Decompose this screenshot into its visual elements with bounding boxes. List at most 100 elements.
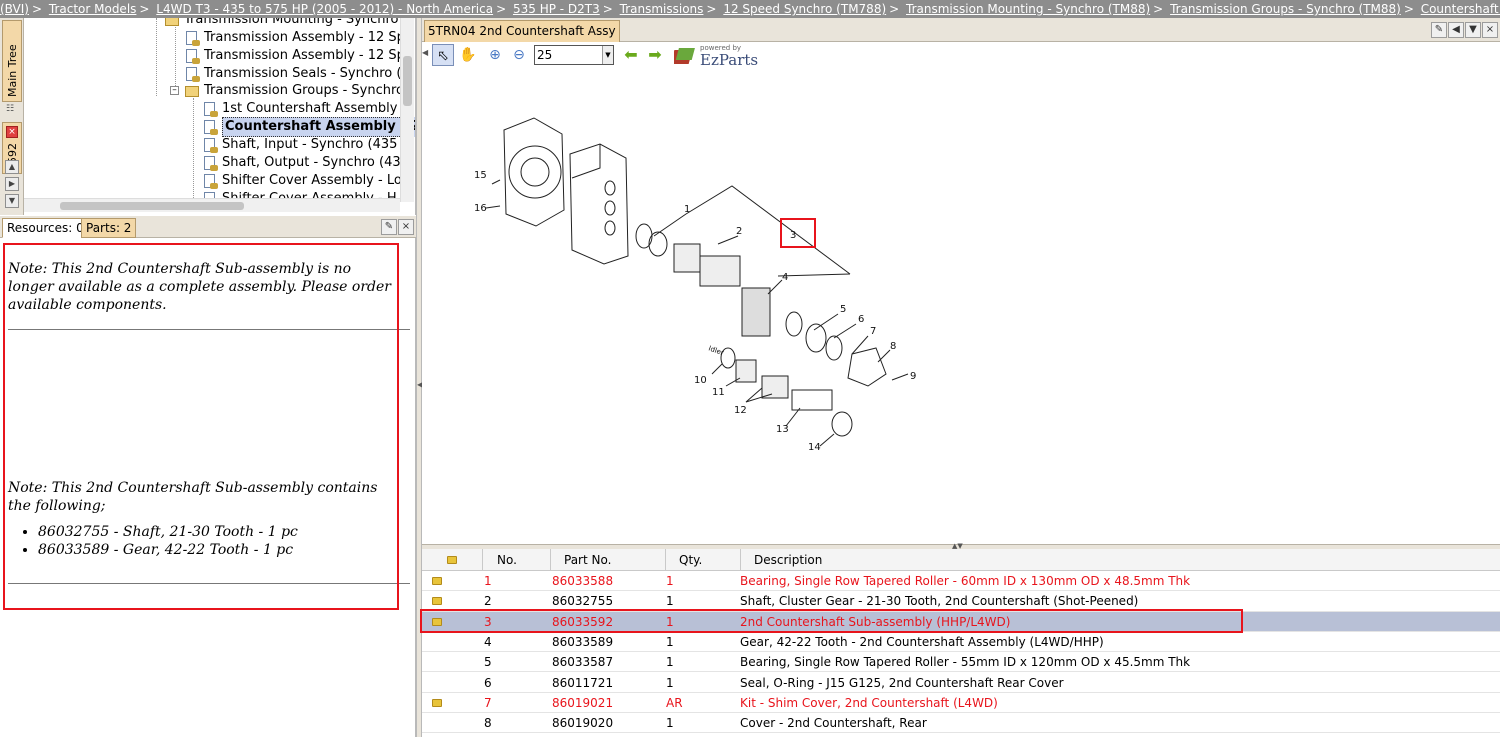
breadcrumb: (BVI) > Tractor Models > L4WD T3 - 435 to … bbox=[0, 0, 1500, 18]
callout-label[interactable]: 6 bbox=[858, 314, 864, 325]
callout-label[interactable]: 16 bbox=[474, 203, 487, 214]
cell-no: 7 bbox=[484, 695, 492, 710]
tab-drawing[interactable]: 5TRN04 2nd Countershaft Assy bbox=[424, 20, 620, 42]
tree-item[interactable]: Shaft, Input - Synchro (435 t bbox=[202, 136, 407, 154]
table-row[interactable]: 1 86033588 1 Bearing, Single Row Tapered Ro… bbox=[422, 571, 1500, 592]
drawing-part-shape bbox=[673, 243, 701, 273]
arrow-left-icon[interactable]: ⬅ bbox=[620, 44, 642, 66]
chevron-left-icon[interactable]: ◀ bbox=[1448, 22, 1464, 38]
tab-resources[interactable]: Resources: 0 bbox=[2, 218, 89, 238]
callout-label[interactable]: 5 bbox=[840, 304, 846, 315]
header-part-no[interactable]: Part No. bbox=[551, 549, 666, 571]
callout-label[interactable]: 9 bbox=[910, 371, 916, 382]
breadcrumb-link[interactable]: 535 HP - D2T3 bbox=[513, 2, 600, 16]
drawing-part-shape bbox=[831, 411, 853, 437]
note-cell bbox=[422, 693, 452, 713]
tree-item[interactable]: Transmission Seals - Synchro (TI bbox=[184, 65, 413, 83]
note-icon[interactable] bbox=[432, 698, 442, 707]
callout-label[interactable]: 11 bbox=[712, 387, 725, 398]
callout-label[interactable]: 15 bbox=[474, 170, 487, 181]
cell-description: Bearing, Single Row Tapered Roller - 60m… bbox=[740, 574, 1191, 588]
breadcrumb-link[interactable]: Tractor Models bbox=[49, 2, 137, 16]
header-note-col[interactable] bbox=[422, 549, 483, 571]
drawing-leader-line bbox=[491, 179, 501, 185]
tree-vertical-scrollbar[interactable] bbox=[400, 18, 414, 202]
tree-item[interactable]: Shifter Cover Assembly - Low bbox=[202, 172, 412, 190]
table-row[interactable]: 4 86033589 1 Gear, 42-22 Tooth - 2nd Counte… bbox=[422, 632, 1500, 653]
zoom-out-icon[interactable]: ⊖ bbox=[508, 44, 530, 66]
callout-label[interactable]: 12 bbox=[734, 405, 747, 416]
callout-label[interactable]: 4 bbox=[782, 272, 788, 283]
tree-item[interactable]: Transmission Assembly - 12 Spe bbox=[184, 47, 413, 65]
tree-item-label: Transmission Mounting - Synchro (T bbox=[184, 18, 416, 27]
chevron-down-icon[interactable]: ▼ bbox=[5, 194, 19, 208]
pin-icon[interactable]: ✎ bbox=[381, 219, 397, 235]
breadcrumb-link[interactable]: 12 Speed Synchro (TM788) bbox=[723, 2, 886, 16]
callout-label[interactable]: 13 bbox=[776, 424, 789, 435]
zoom-in-icon[interactable]: ⊕ bbox=[484, 44, 506, 66]
header-description[interactable]: Description bbox=[741, 549, 1500, 571]
breadcrumb-link[interactable]: Transmissions bbox=[620, 2, 704, 16]
tree-horizontal-scrollbar[interactable] bbox=[24, 198, 400, 212]
callout-label[interactable]: 3 bbox=[790, 230, 796, 241]
vertical-tab-strip: Main Tree ☷ × 3592 ▲ ▶ ▼ bbox=[0, 18, 24, 215]
chevron-right-icon[interactable]: ▶ bbox=[5, 177, 19, 191]
chevron-down-icon[interactable]: ▼ bbox=[602, 46, 613, 64]
chevron-left-icon[interactable]: ◀ bbox=[422, 48, 428, 57]
header-qty[interactable]: Qty. bbox=[666, 549, 741, 571]
tab-parts[interactable]: Parts: 2 bbox=[81, 218, 137, 238]
cell-no: 8 bbox=[484, 716, 492, 731]
collapse-icon[interactable]: – bbox=[170, 86, 179, 95]
table-row[interactable]: 7 86019021 AR Kit - Shim Cover, 2nd Counter… bbox=[422, 693, 1500, 714]
scrollbar-thumb[interactable] bbox=[403, 56, 412, 106]
tree-item-label: Transmission Assembly - 12 Spe bbox=[204, 30, 413, 45]
chevron-down-icon[interactable]: ▼ bbox=[1465, 22, 1481, 38]
callout-label[interactable]: 1 bbox=[684, 204, 690, 215]
cell-qty: AR bbox=[666, 695, 683, 710]
close-icon[interactable]: × bbox=[1482, 22, 1498, 38]
note-icon[interactable] bbox=[432, 577, 442, 585]
arrow-right-icon[interactable]: ➡ bbox=[644, 44, 666, 66]
tree-item[interactable]: Transmission Groups - Synchro ( bbox=[184, 82, 413, 100]
document-icon bbox=[202, 137, 218, 153]
tree-item-label: 1st Countershaft Assembly bbox=[222, 101, 398, 116]
zoom-value: 25 bbox=[537, 48, 553, 62]
callout-label[interactable]: 7 bbox=[870, 326, 876, 337]
document-icon bbox=[184, 66, 200, 82]
note-icon[interactable] bbox=[432, 597, 442, 606]
breadcrumb-link[interactable]: (BVI) bbox=[0, 2, 29, 16]
pin-icon[interactable]: ✎ bbox=[1431, 22, 1447, 38]
drawing-svg: 1 2 3 4 5 6 7 8 9 10 11 12 13 14 15 16 I… bbox=[474, 117, 916, 453]
exploded-drawing[interactable]: 1 2 3 4 5 6 7 8 9 10 11 12 13 14 15 16 I… bbox=[422, 68, 1500, 544]
callout-label[interactable]: 2 bbox=[736, 226, 742, 237]
chevron-up-icon[interactable]: ▲ bbox=[5, 160, 19, 174]
scrollbar-thumb[interactable] bbox=[60, 202, 244, 210]
header-no[interactable]: No. bbox=[483, 549, 551, 571]
tree-item[interactable]: Transmission Assembly - 12 Spe bbox=[184, 29, 413, 47]
tree-item[interactable]: Shaft, Output - Synchro (435 bbox=[202, 154, 409, 172]
breadcrumb-link[interactable]: Transmission Groups - Synchro (TM88) bbox=[1170, 2, 1401, 16]
tree-item-label: Shaft, Input - Synchro (435 t bbox=[222, 137, 407, 152]
tree-item-selected[interactable]: Countershaft Assembly - 2 bbox=[202, 117, 415, 137]
tab-main-tree[interactable]: Main Tree bbox=[2, 20, 22, 102]
table-row[interactable]: 6 86011721 1 Seal, O-Ring - J15 G125, 2nd C… bbox=[422, 673, 1500, 693]
breadcrumb-link[interactable]: Transmission Mounting - Synchro (TM88) bbox=[906, 2, 1150, 16]
breadcrumb-link[interactable]: L4WD T3 - 435 to 575 HP (2005 - 2012) - … bbox=[156, 2, 493, 16]
callout-label[interactable]: 10 bbox=[694, 375, 707, 386]
zoom-select[interactable]: 25 ▼ bbox=[534, 45, 614, 65]
pan-hand-icon[interactable]: ✋ bbox=[457, 44, 479, 66]
callout-label[interactable]: 14 bbox=[808, 442, 821, 453]
callout-label[interactable]: 8 bbox=[890, 341, 896, 352]
drawing-part-shape bbox=[847, 347, 887, 387]
table-row[interactable]: 8 86019020 1 Cover - 2nd Countershaft, Rear bbox=[422, 713, 1500, 734]
pointer-icon[interactable]: ⬁ bbox=[432, 44, 454, 66]
close-icon[interactable]: × bbox=[6, 126, 18, 138]
tree-item[interactable]: 1st Countershaft Assembly bbox=[202, 100, 397, 118]
breadcrumb-link[interactable]: Countershaft Assembly - 2nd (Bott bbox=[1421, 2, 1500, 16]
table-header: No. Part No. Qty. Description bbox=[422, 549, 1500, 571]
tree-icon: ☷ bbox=[6, 104, 15, 114]
cell-description: Cover - 2nd Countershaft, Rear bbox=[740, 716, 927, 731]
tree-item[interactable]: Transmission Mounting - Synchro (T bbox=[164, 18, 416, 29]
close-icon[interactable]: × bbox=[398, 219, 414, 235]
table-row[interactable]: 5 86033587 1 Bearing, Single Row Tapered Ro… bbox=[422, 652, 1500, 673]
